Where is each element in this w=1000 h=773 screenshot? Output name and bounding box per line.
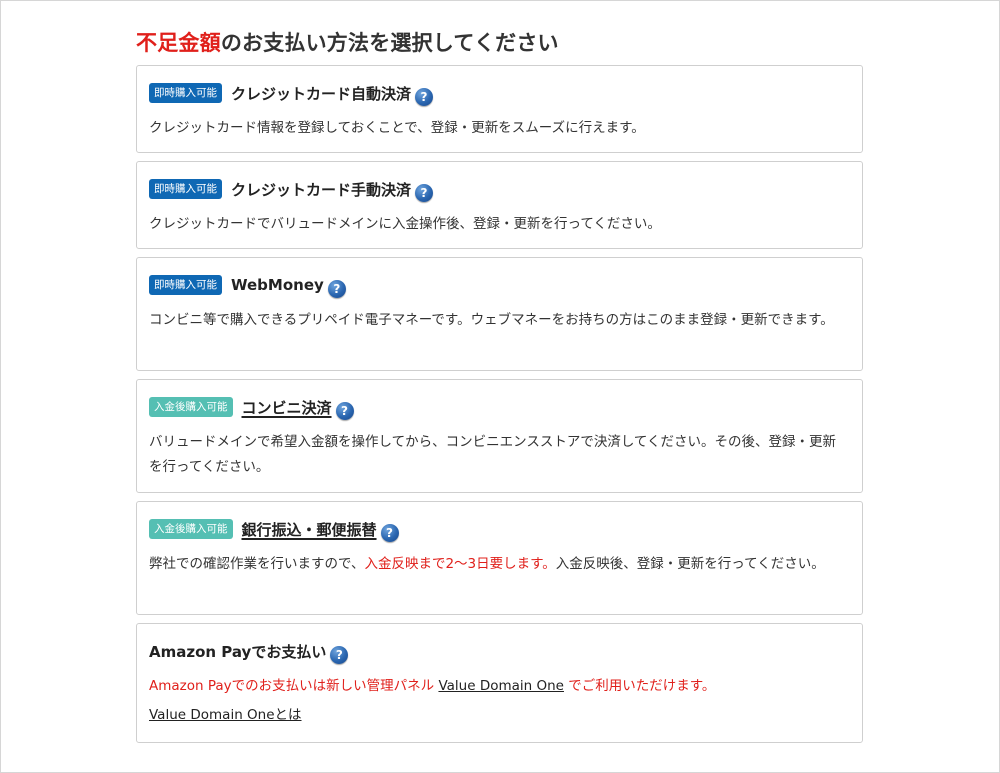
option-title-credit-auto[interactable]: クレジットカード自動決済 [231,83,411,104]
option-description: コンビニ等で購入できるプリペイド電子マネーです。ウェブマネーをお持ちの方はこのま… [149,312,834,328]
after-deposit-badge: 入金後購入可能 [149,397,233,417]
page-frame: 不足金額のお支払い方法を選択してください 即時購入可能 クレジットカード自動決済… [0,0,1000,773]
page-title-rest: のお支払い方法を選択してください [220,31,559,55]
page-title: 不足金額のお支払い方法を選択してください [136,27,863,65]
help-icon[interactable]: ? [330,646,349,664]
payment-option-credit-auto[interactable]: 即時購入可能 クレジットカード自動決済 ? クレジットカード情報を登録しておくこ… [136,65,863,153]
help-icon[interactable]: ? [415,88,434,106]
payment-option-credit-manual[interactable]: 即時購入可能 クレジットカード手動決済 ? クレジットカードでバリュードメインに… [136,161,863,249]
help-icon[interactable]: ? [327,280,346,298]
option-header: 入金後購入可能 コンビニ決済 ? [149,394,850,420]
option-header: Amazon Payでお支払い ? [149,638,850,664]
option-description: クレジットカードでバリュードメインに入金操作後、登録・更新を行ってください。 [149,216,661,232]
payment-option-bank-transfer[interactable]: 入金後購入可能 銀行振込・郵便振替 ? 弊社での確認作業を行いますので、入金反映… [136,501,863,615]
payment-option-amazon-pay: Amazon Payでお支払い ? Amazon Payでのお支払いは新しい管理… [136,623,863,743]
option-title-bank-transfer[interactable]: 銀行振込・郵便振替 [242,519,377,540]
option-header: 即時購入可能 クレジットカード手動決済 ? [149,176,850,202]
help-icon[interactable]: ? [335,402,354,420]
deposit-delay-notice: 入金反映まで2〜3日要します。 [364,556,556,572]
page-title-accent: 不足金額 [136,31,221,55]
option-description: バリュードメインで希望入金額を操作してから、コンビニエンスストアで決済してくださ… [149,434,837,475]
about-value-domain-one-link[interactable]: Value Domain Oneとは [149,705,302,725]
option-header: 即時購入可能 クレジットカード自動決済 ? [149,80,850,106]
help-icon[interactable]: ? [380,524,399,542]
description-text: 入金反映後、登録・更新を行ってください。 [555,556,825,572]
option-header: 入金後購入可能 銀行振込・郵便振替 ? [149,516,850,542]
after-deposit-badge: 入金後購入可能 [149,519,233,539]
option-description: クレジットカード情報を登録しておくことで、登録・更新をスムーズに行えます。 [149,120,645,136]
option-description: 弊社での確認作業を行いますので、入金反映まで2〜3日要します。入金反映後、登録・… [149,552,850,577]
option-title-credit-manual[interactable]: クレジットカード手動決済 [231,179,411,200]
option-header: 即時購入可能 WebMoney ? [149,272,850,298]
payment-option-webmoney[interactable]: 即時購入可能 WebMoney ? コンビニ等で購入できるプリペイド電子マネーで… [136,257,863,371]
notice-text: Amazon Payでのお支払いは新しい管理パネル [149,678,439,694]
instant-purchase-badge: 即時購入可能 [149,179,222,199]
option-title-amazon-pay: Amazon Payでお支払い [149,642,327,661]
payment-option-convenience-store[interactable]: 入金後購入可能 コンビニ決済 ? バリュードメインで希望入金額を操作してから、コ… [136,379,863,493]
value-domain-one-link[interactable]: Value Domain One [438,678,564,694]
payment-method-section: 不足金額のお支払い方法を選択してください 即時購入可能 クレジットカード自動決済… [136,27,863,751]
option-title-convenience-store[interactable]: コンビニ決済 [242,397,332,418]
notice-text: でご利用いただけます。 [563,678,716,694]
instant-purchase-badge: 即時購入可能 [149,83,222,103]
amazon-pay-notice: Amazon Payでのお支払いは新しい管理パネル Value Domain O… [149,674,850,699]
instant-purchase-badge: 即時購入可能 [149,275,222,295]
option-title-webmoney[interactable]: WebMoney [231,276,324,294]
description-text: 弊社での確認作業を行いますので、 [149,556,365,572]
help-icon[interactable]: ? [415,184,434,202]
